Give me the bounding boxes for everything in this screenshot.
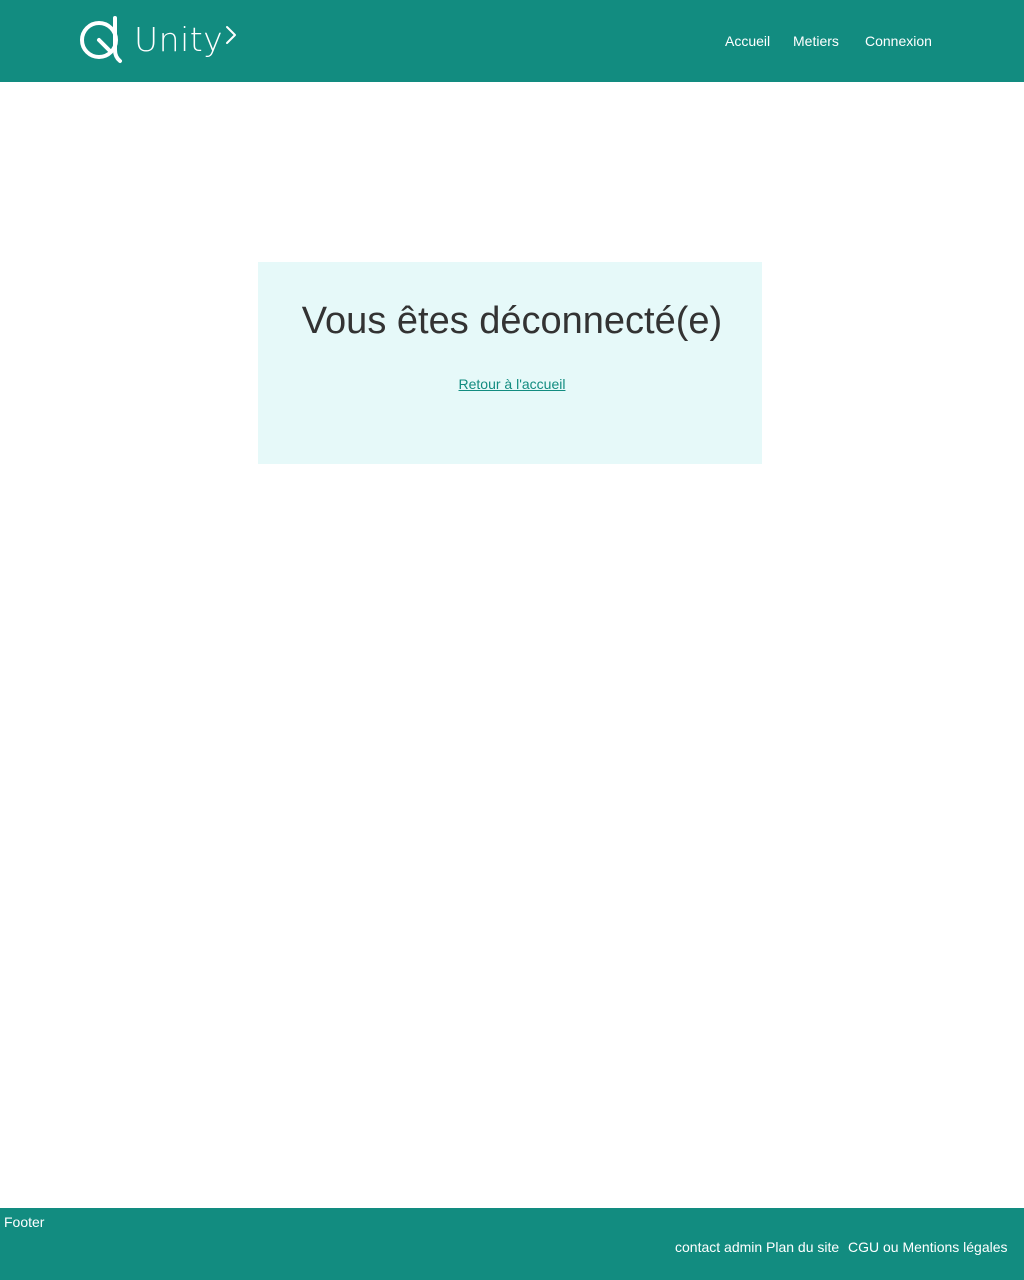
site-footer: Footer contact admin Plan du site CGU ou… (0, 1208, 1024, 1280)
back-to-home-link[interactable]: Retour à l'accueil (0, 376, 1024, 393)
chevron-right-icon (226, 26, 236, 44)
footer-link-contact-admin[interactable]: contact admin (675, 1239, 762, 1256)
nav-link-accueil[interactable]: Accueil (725, 33, 770, 50)
logo-home-link[interactable]: Unity (78, 15, 248, 67)
nav-link-metiers[interactable]: Metiers (793, 33, 839, 50)
footer-label: Footer (4, 1214, 45, 1230)
site-header: Unity Accueil Metiers Connexion (0, 0, 1024, 82)
logout-message-card (258, 262, 762, 464)
footer-link-sitemap[interactable]: Plan du site (766, 1239, 839, 1256)
nav-link-connexion[interactable]: Connexion (865, 33, 932, 50)
logo-text: Unity (134, 20, 224, 59)
logout-title: Vous êtes déconnecté(e) (301, 300, 723, 342)
unity-q-logo-icon (80, 16, 122, 63)
footer-link-cgu[interactable]: CGU ou Mentions légales (848, 1239, 1008, 1256)
